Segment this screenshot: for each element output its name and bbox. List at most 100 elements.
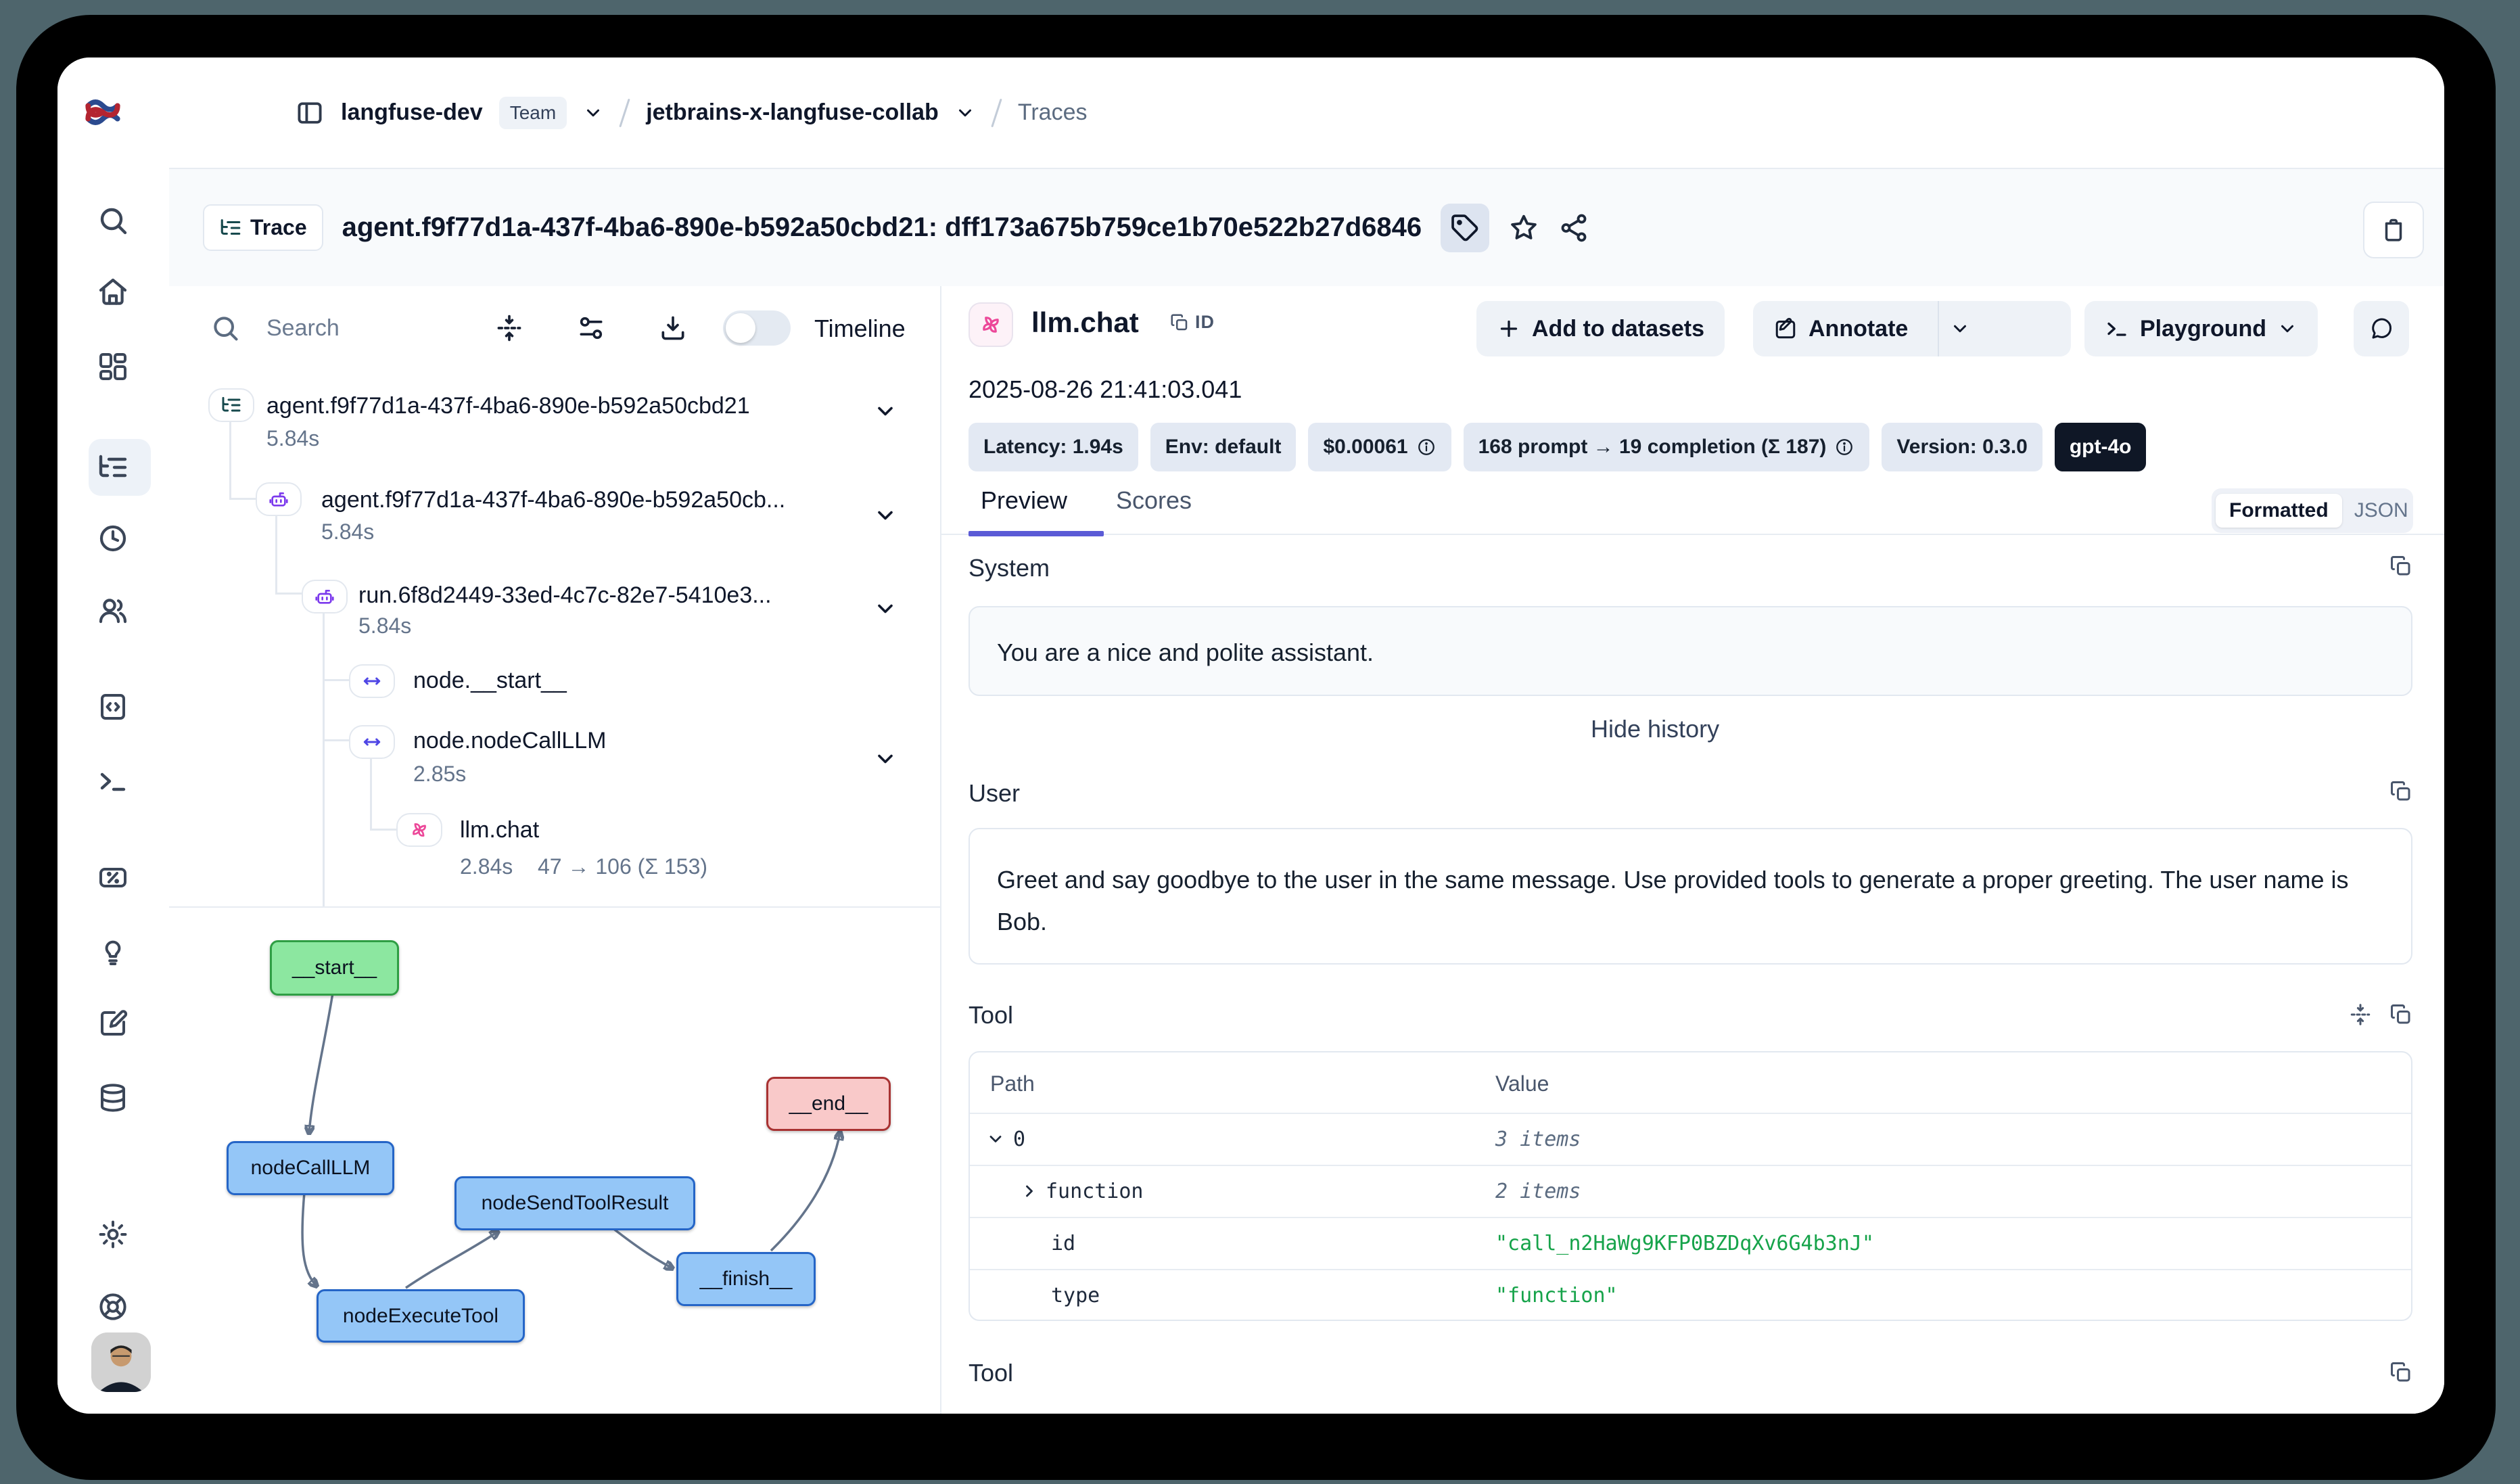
home-icon[interactable] [97, 276, 129, 308]
settings-gear-icon[interactable] [97, 1218, 129, 1251]
graph-node-executetool[interactable]: nodeExecuteTool [317, 1289, 525, 1343]
playground-button[interactable]: Playground [2084, 301, 2318, 356]
terminal-icon [2105, 317, 2129, 341]
annotate-chevron-down-icon[interactable] [1950, 319, 1970, 339]
share-icon[interactable] [1558, 212, 1589, 244]
row-chevron-right-icon[interactable] [1020, 1182, 1039, 1201]
table-row-divider [970, 1217, 2411, 1218]
tab-scores[interactable]: Scores [1116, 486, 1192, 515]
trace-tree-icon [219, 216, 242, 239]
table-row-divider [970, 1165, 2411, 1166]
format-formatted-option[interactable]: Formatted [2216, 494, 2342, 528]
env-badge: Env: default [1150, 423, 1297, 471]
workspace-name[interactable]: langfuse-dev [341, 99, 483, 126]
workspace-chevron-down-icon[interactable] [583, 103, 603, 123]
playground-terminal-icon[interactable] [97, 765, 129, 797]
observation-detail-panel: llm.chat ID Add to datasets Annotate Pla… [941, 286, 2444, 1414]
info-icon [1416, 437, 1437, 457]
breadcrumb-divider [619, 98, 630, 127]
observation-timestamp: 2025-08-26 21:41:03.041 [969, 375, 1242, 404]
value-cell: "call_n2HaWg9KFP0BZDqXv6G4b3nJ" [1495, 1232, 1874, 1255]
system-section-heading: System [969, 554, 1050, 582]
project-chevron-down-icon[interactable] [955, 103, 975, 123]
users-icon[interactable] [97, 595, 129, 627]
table-row-divider [970, 1113, 2411, 1114]
path-cell: 0 [1013, 1128, 1025, 1151]
user-message-box: Greet and say goodbye to the user in the… [969, 828, 2412, 965]
copy-id-button[interactable]: ID [1169, 312, 1215, 333]
button-divider [1938, 301, 1939, 356]
path-cell: id [1051, 1232, 1075, 1255]
insights-lightbulb-icon[interactable] [97, 935, 129, 967]
tag-button[interactable] [1441, 204, 1489, 252]
breadcrumb-page[interactable]: Traces [1018, 99, 1088, 126]
value-cell: 2 items [1495, 1180, 1581, 1203]
annotation-clipboard-pen-icon[interactable] [97, 1007, 129, 1040]
active-tab-indicator [969, 531, 1104, 536]
support-lifebuoy-icon[interactable] [97, 1291, 129, 1323]
value-cell: 3 items [1495, 1128, 1581, 1151]
observation-type-icon-badge [969, 302, 1013, 347]
comments-button[interactable] [2354, 301, 2409, 356]
version-badge: Version: 0.3.0 [1882, 423, 2042, 471]
breadcrumb: langfuse-dev Team jetbrains-x-langfuse-c… [295, 57, 1087, 168]
copy-icon[interactable] [2389, 1002, 2413, 1027]
format-toggle[interactable]: Formatted JSON [2212, 488, 2413, 533]
delete-trace-button[interactable] [2363, 202, 2424, 258]
add-to-datasets-button[interactable]: Add to datasets [1476, 301, 1725, 356]
graph-node-finish[interactable]: __finish__ [676, 1252, 816, 1306]
top-header: langfuse-dev Team jetbrains-x-langfuse-c… [169, 57, 2444, 169]
project-name[interactable]: jetbrains-x-langfuse-collab [646, 99, 939, 126]
datasets-database-icon[interactable] [97, 1082, 129, 1114]
llm-pinwheel-icon [978, 312, 1004, 338]
model-badge[interactable]: gpt-4o [2055, 423, 2147, 471]
tool-section-heading: Tool [969, 1001, 1013, 1029]
value-cell: "function" [1495, 1284, 1618, 1307]
observation-tree-panel: Search Timeline agent.f9f77d1a-437f-4ba6… [169, 286, 941, 1414]
format-json-option[interactable]: JSON [2342, 494, 2421, 528]
tag-icon [1450, 213, 1480, 243]
graph-node-sendtoolresult[interactable]: nodeSendToolResult [454, 1176, 695, 1230]
cost-badge[interactable]: $0.00061 [1308, 423, 1451, 471]
metadata-badges: Latency: 1.94s Env: default $0.00061 168… [969, 423, 2146, 471]
user-section-heading: User [969, 779, 1020, 808]
prompts-file-code-icon[interactable] [97, 691, 129, 723]
sessions-clock-icon[interactable] [97, 522, 129, 555]
column-header-value: Value [1495, 1071, 1549, 1096]
comment-bubble-icon [2369, 317, 2394, 341]
expand-rows-icon[interactable] [2348, 1002, 2373, 1027]
bookmark-star-icon[interactable] [1508, 212, 1539, 244]
annotate-button[interactable]: Annotate [1753, 301, 2071, 356]
playground-chevron-down-icon [2277, 319, 2297, 339]
annotate-pen-icon [1773, 317, 1798, 341]
copy-icon[interactable] [2389, 779, 2413, 804]
graph-node-start[interactable]: __start__ [270, 940, 399, 996]
tab-preview[interactable]: Preview [981, 486, 1067, 515]
copy-icon[interactable] [2389, 554, 2413, 578]
trace-header-bar: Trace agent.f9f77d1a-437f-4ba6-890e-b592… [169, 169, 2444, 287]
tool-json-table: Path Value 0 3 items function 2 items id… [969, 1051, 2412, 1321]
workspace-type-badge: Team [499, 97, 567, 129]
row-chevron-down-icon[interactable] [986, 1130, 1005, 1149]
graph-edges [169, 286, 940, 1414]
user-avatar[interactable] [91, 1332, 151, 1392]
breadcrumb-divider [991, 98, 1002, 127]
search-icon[interactable] [97, 204, 129, 237]
copy-icon [1169, 312, 1190, 333]
panel-toggle-icon[interactable] [295, 98, 325, 128]
user-message-text: Greet and say goodbye to the user in the… [997, 859, 2377, 943]
copy-icon[interactable] [2389, 1360, 2413, 1385]
dashboards-icon[interactable] [97, 350, 129, 383]
hide-history-link[interactable]: Hide history [1591, 715, 1719, 743]
trace-type-badge: Trace [203, 204, 323, 251]
org-logo-icon [83, 93, 122, 132]
trash-icon [2379, 216, 2408, 244]
tokens-badge[interactable]: 168 prompt → 19 completion (Σ 187) [1464, 423, 1870, 471]
system-message-box: You are a nice and polite assistant. [969, 606, 2412, 696]
info-icon [1834, 437, 1854, 457]
tracing-icon[interactable] [97, 451, 129, 484]
evaluation-percent-icon[interactable] [97, 861, 129, 894]
nav-rail [57, 57, 170, 1414]
graph-node-end[interactable]: __end__ [766, 1077, 891, 1131]
graph-node-callllm[interactable]: nodeCallLLM [227, 1141, 394, 1195]
